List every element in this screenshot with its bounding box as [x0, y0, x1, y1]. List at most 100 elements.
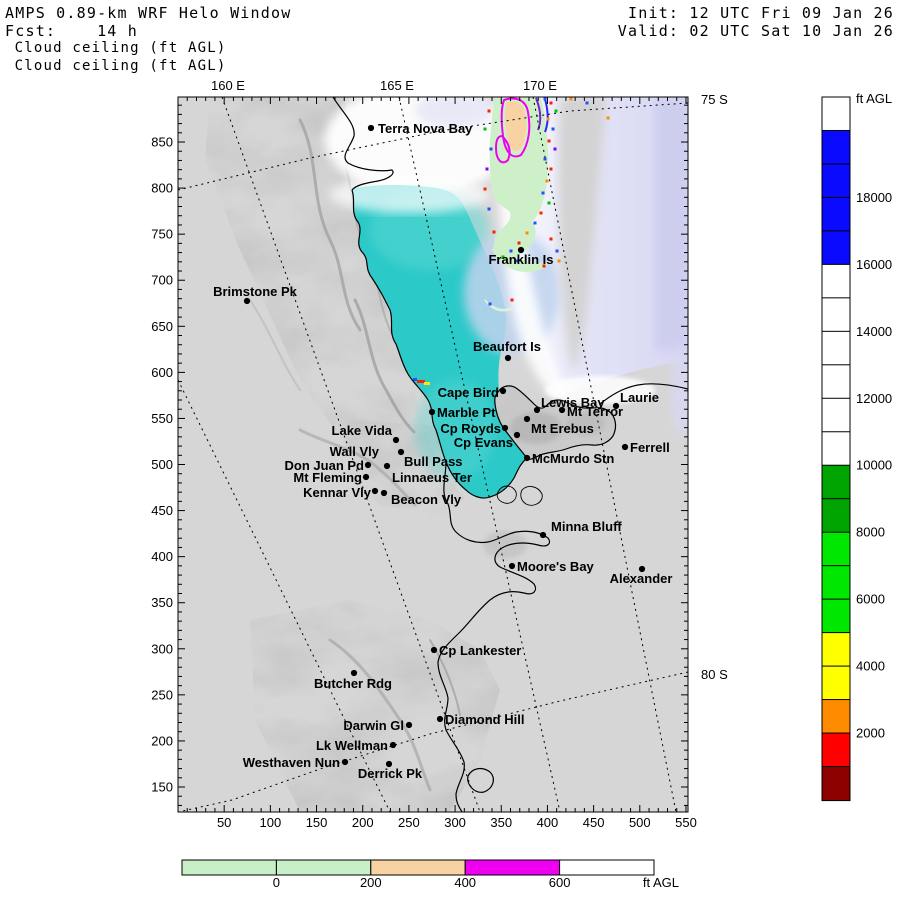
- speckle: [547, 118, 550, 121]
- colorbar-bottom-tick: 200: [360, 875, 382, 890]
- speckle: [511, 299, 514, 302]
- station-dot-beacon-vly: [381, 490, 387, 496]
- map-canvas: Terra Nova BayBrimstone PkFranklin IsBea…: [0, 0, 900, 900]
- station-dot-lk-wellman: [390, 742, 396, 748]
- station-dot-moore-s-bay: [509, 563, 515, 569]
- colorbar-right-cell: [822, 164, 850, 198]
- station-label-cape-bird: Cape Bird: [438, 385, 499, 400]
- y-axis-label: 500: [151, 457, 173, 472]
- y-axis-label: 800: [151, 181, 173, 196]
- station-label-laurie: Laurie: [620, 390, 659, 405]
- colorbar-right-cell: [822, 599, 850, 633]
- y-axis-label: 550: [151, 411, 173, 426]
- speckle: [554, 148, 557, 151]
- speckle: [570, 98, 573, 101]
- x-axis-label: 300: [444, 815, 466, 830]
- station-dot-diamond-hill: [437, 716, 443, 722]
- station-label-minna-bluff: Minna Bluff: [551, 519, 622, 534]
- speckle: [607, 117, 610, 120]
- speckle: [526, 232, 529, 235]
- speckle: [548, 202, 551, 205]
- speckle: [489, 303, 492, 306]
- y-axis-label: 850: [151, 135, 173, 150]
- latitude-label: 75 S: [701, 92, 728, 107]
- speckle: [493, 231, 496, 234]
- station-label-bull-pass: Bull Pass: [404, 454, 463, 469]
- y-axis-label: 150: [151, 780, 173, 795]
- colorbar-right-cell: [822, 231, 850, 265]
- colorbar-right-cell: [822, 197, 850, 231]
- station-label-terra-nova-bay: Terra Nova Bay: [378, 121, 473, 136]
- colorbar-right-tick: 10000: [856, 458, 892, 473]
- x-axis-label: 550: [675, 815, 697, 830]
- speckle: [518, 242, 521, 245]
- x-axis-label: 350: [490, 815, 512, 830]
- speckle: [534, 222, 537, 225]
- speckle: [550, 102, 553, 105]
- station-dot-mcmurdo-stn: [524, 455, 530, 461]
- colorbar-right-cell: [822, 633, 850, 667]
- y-axis-label: 450: [151, 503, 173, 518]
- station-label-moore-s-bay: Moore's Bay: [517, 559, 595, 574]
- station-label-lk-wellman: Lk Wellman: [316, 738, 388, 753]
- colorbar-right-cell: [822, 700, 850, 734]
- colorbar-right-tick: 2000: [856, 726, 885, 741]
- station-label-lake-vida: Lake Vida: [332, 423, 393, 438]
- speckle: [556, 250, 559, 253]
- station-label-alexander: Alexander: [610, 571, 673, 586]
- colorbar-right-tick: 12000: [856, 391, 892, 406]
- station-label-cp-royds: Cp Royds: [440, 421, 501, 436]
- station-label-westhaven-nun: Westhaven Nun: [243, 755, 340, 770]
- colorbar-bottom-cell: [465, 860, 559, 875]
- colorbar-bottom-cell: [182, 860, 276, 875]
- cloud-lavender-right-edge: [670, 345, 698, 435]
- colorbar-right-tick: 4000: [856, 659, 885, 674]
- x-axis-label: 400: [537, 815, 559, 830]
- x-axis-label: 200: [352, 815, 374, 830]
- station-label-mt-fleming: Mt Fleming: [293, 470, 362, 485]
- x-axis-label: 50: [217, 815, 231, 830]
- station-label-diamond-hill: Diamond Hill: [445, 712, 524, 727]
- speckle: [552, 128, 555, 131]
- speckle: [486, 168, 489, 171]
- latitude-label: 80 S: [701, 667, 728, 682]
- station-dot-cp-evans: [514, 432, 520, 438]
- station-dot-marble-pt: [429, 409, 435, 415]
- station-label-darwin-gl: Darwin Gl: [343, 718, 404, 733]
- colorbar-bottom-tick: 400: [454, 875, 476, 890]
- station-dot-bull-pass: [384, 463, 390, 469]
- x-axis-label: 100: [260, 815, 282, 830]
- station-label-ferrell: Ferrell: [630, 440, 670, 455]
- x-axis-label: 250: [398, 815, 420, 830]
- colorbar-right-cell: [822, 499, 850, 533]
- station-label-mt-erebus: Mt Erebus: [531, 421, 594, 436]
- colorbar-right-cell: [822, 432, 850, 466]
- colorbar-right-cell: [822, 398, 850, 432]
- speckle: [558, 260, 561, 263]
- station-dot-don-juan-pd: [365, 462, 371, 468]
- station-dot-beaufort-is: [505, 355, 511, 361]
- colorbar-right-cell: [822, 465, 850, 499]
- colorbar-bottom-cell: [276, 860, 370, 875]
- y-axis-label: 750: [151, 227, 173, 242]
- speckle: [542, 192, 545, 195]
- colorbar-right-tick: 14000: [856, 324, 892, 339]
- colorbar-right-title: ft AGL: [856, 91, 892, 106]
- speckle: [548, 140, 551, 143]
- speckle: [544, 158, 547, 161]
- station-label-wall-vly: Wall Vly: [330, 444, 380, 459]
- colorbar-right-cell: [822, 532, 850, 566]
- colorbar-right-cell: [822, 298, 850, 332]
- longitude-label: 170 E: [523, 78, 557, 93]
- speckle: [586, 102, 589, 105]
- station-label-beaufort-is: Beaufort Is: [473, 339, 541, 354]
- station-label-beacon-vly: Beacon Vly: [391, 492, 462, 507]
- y-axis-label: 600: [151, 365, 173, 380]
- y-axis-label: 400: [151, 549, 173, 564]
- longitude-label: 165 E: [380, 78, 414, 93]
- colorbar-right-cell: [822, 767, 850, 801]
- speckle: [544, 98, 547, 101]
- speckle: [490, 148, 493, 151]
- y-axis-label: 200: [151, 733, 173, 748]
- colorbar-right-cell: [822, 97, 850, 131]
